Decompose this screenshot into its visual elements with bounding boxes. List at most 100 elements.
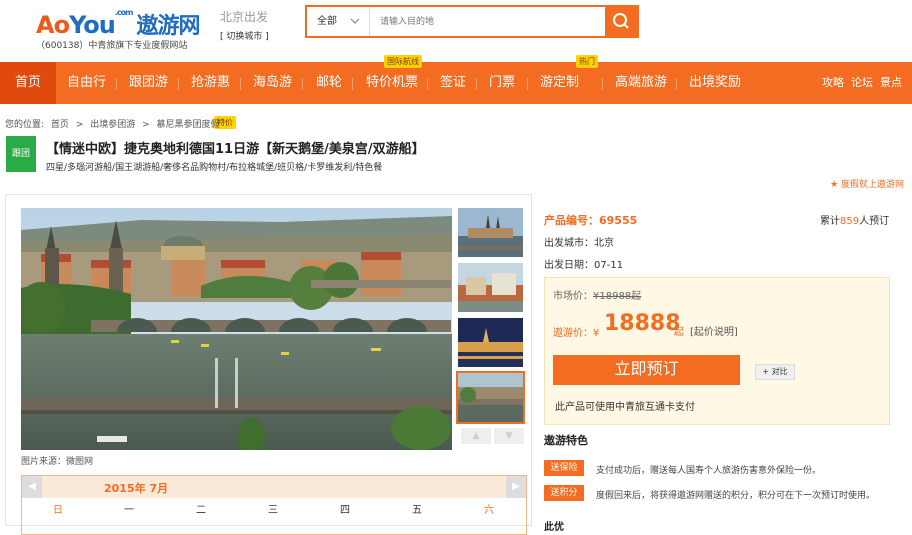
arrow-right-icon[interactable]: ▶: [506, 476, 526, 498]
nav-divider: [602, 78, 603, 90]
nav-flash-deals[interactable]: 抢游惠: [191, 62, 230, 104]
booked-suffix: 人预订: [859, 216, 890, 227]
nav-visa[interactable]: 签证: [440, 62, 466, 104]
weekday-mon: 一: [124, 505, 134, 516]
thumbnail-1[interactable]: [458, 208, 523, 257]
search-input[interactable]: [370, 7, 606, 36]
product-type-badge: 跟团: [6, 136, 36, 172]
price-note-link[interactable]: [起价说明]: [690, 323, 738, 338]
breadcrumb: 您的位置: 首页 > 出境参团游 > 慕尼黑参团度假: [5, 117, 224, 130]
nav-forum[interactable]: 论坛: [851, 62, 873, 104]
thumbnail-2[interactable]: [458, 263, 523, 312]
weekday-sat: 六: [484, 505, 494, 516]
thumbnail-3[interactable]: [458, 318, 523, 367]
product-code: 69555: [599, 214, 638, 227]
departure-date-row: 出发日期：07-11: [544, 256, 623, 271]
compare-button[interactable]: + 对比: [755, 364, 795, 380]
product-tags: 四星/多瑙河游船/国王湖游船/奢侈名品购物村/布拉格城堡/班贝格/卡罗维发利/特…: [46, 163, 383, 173]
nav-guide[interactable]: 攻略: [822, 62, 844, 104]
weekday-fri: 五: [412, 505, 422, 516]
departure-city-row: 出发城市：北京: [544, 234, 614, 249]
nav-group-tour[interactable]: 跟团游: [129, 62, 168, 104]
product-title: 【情迷中欧】捷克奥地利德国11日游【新天鹅堡/美泉宫/双游船】: [46, 142, 425, 157]
market-price-row: 市场价：¥18988起: [553, 287, 641, 302]
city-switcher: 北京出发 [ 切换城市 ]: [220, 8, 269, 42]
departure-calendar: ◀ 2015年 7月 ▶ 日 一 二 三 四 五 六: [21, 475, 527, 535]
nav-divider: [427, 78, 428, 90]
nav-custom-tour[interactable]: 游定制: [540, 62, 579, 104]
arrow-left-icon[interactable]: ◀: [22, 476, 42, 498]
nav-flights[interactable]: 特价机票: [366, 62, 418, 104]
chevron-down-icon: [350, 7, 360, 48]
main-nav: 首页 自由行 跟团游 特价 抢游惠 海岛游 邮轮 特价机票 签证 门票 游定制 …: [0, 62, 912, 129]
nav-divider: [676, 78, 677, 90]
calendar-month: 2015年 7月: [104, 482, 169, 495]
book-now-button[interactable]: 立即预订: [553, 355, 740, 385]
nav-divider: [352, 78, 353, 90]
search-bar: 全部: [305, 5, 639, 38]
card-payment-note: 此产品可使用中青旅互通卡支付: [555, 402, 695, 413]
breadcrumb-sep: >: [75, 120, 84, 130]
image-gallery: ▲ ▼ 图片来源：微图网 ◀ 2015年 7月 ▶ 日 一 二 三 四 五 六: [5, 194, 532, 535]
feature-tag-points: 送积分: [544, 485, 584, 501]
nav-incentive[interactable]: 出境奖励: [689, 62, 741, 104]
breadcrumb-outbound[interactable]: 出境参团游: [90, 120, 135, 130]
departure-city-value: 北京: [594, 238, 614, 249]
logo-text-a: Ao: [36, 11, 70, 39]
product-code-label: 产品编号：: [544, 214, 599, 227]
aoyou-price-label: 遨游价：¥: [553, 328, 600, 339]
aoyou-price: 18888: [604, 311, 681, 336]
nav-tag-hot: 热门: [576, 55, 598, 68]
breadcrumb-home[interactable]: 首页: [51, 120, 69, 130]
favorite-link[interactable]: ★ 度假就上遨游网: [830, 177, 904, 190]
nav-free-travel[interactable]: 自由行: [67, 62, 106, 104]
arrow-up-icon[interactable]: ▲: [461, 428, 491, 444]
nav-tickets[interactable]: 门票: [489, 62, 515, 104]
nav-cruise[interactable]: 邮轮: [316, 62, 342, 104]
booked-number: 859: [840, 216, 860, 227]
image-credit: 图片来源：微图网: [21, 457, 94, 467]
nav-divider: [178, 78, 179, 90]
weekday-tue: 二: [196, 505, 206, 516]
top-header: AoYou.com遨游网 （600138）中青旅旗下专业度假网站 北京出发 [ …: [0, 0, 912, 62]
weekday-thu: 四: [340, 505, 350, 516]
logo-text-b: You: [69, 11, 116, 39]
booked-count: 累计859人预订: [820, 212, 889, 227]
nav-divider: [116, 78, 117, 90]
feature-text-insurance: 支付成功后，赠送每人国寿个人旅游伤害意外保险一份。: [596, 466, 822, 476]
arrow-down-icon[interactable]: ▼: [494, 428, 524, 444]
feature-text-points: 度假回来后，将获得遨游网赠送的积分，积分可在下一次预订时使用。: [596, 491, 876, 501]
price-box: 市场价：¥18988起 遨游价：¥ 18888 起 [起价说明] 立即预订 + …: [544, 277, 890, 425]
nav-divider: [240, 78, 241, 90]
nav-tag-international: 国际航线: [384, 55, 422, 68]
main-product-image[interactable]: [21, 208, 452, 450]
feature-tag-insurance: 送保险: [544, 460, 584, 476]
site-logo[interactable]: AoYou.com遨游网 （600138）中青旅旗下专业度假网站: [36, 8, 200, 51]
nav-attractions[interactable]: 景点: [880, 62, 902, 104]
nav-luxury[interactable]: 高端旅游: [615, 62, 667, 104]
departure-date-label: 出发日期：: [544, 260, 594, 271]
logo-text-com: .com: [114, 8, 134, 17]
market-price-label: 市场价：: [553, 291, 593, 302]
nav-island[interactable]: 海岛游: [253, 62, 292, 104]
switch-city-link[interactable]: [ 切换城市 ]: [220, 29, 269, 42]
breadcrumb-label: 您的位置:: [5, 120, 45, 130]
nav-home[interactable]: 首页: [0, 62, 56, 104]
logo-text-cn: 遨游网: [136, 14, 200, 39]
search-button[interactable]: [605, 7, 637, 36]
calendar-header: ◀ 2015年 7月 ▶: [22, 476, 526, 498]
product-code-row: 产品编号：69555: [544, 212, 637, 228]
nav-divider: [527, 78, 528, 90]
breadcrumb-sep: >: [142, 120, 150, 130]
logo-subtitle: （600138）中青旅旗下专业度假网站: [36, 41, 188, 51]
search-category-select[interactable]: 全部: [307, 7, 370, 36]
market-price: ¥18988起: [593, 291, 642, 302]
departure-date-value: 07-11: [594, 260, 624, 271]
features-heading: 遨游特色: [544, 434, 588, 447]
weekday-sun: 日: [53, 505, 63, 516]
price-from-suffix: 起: [674, 327, 684, 338]
breadcrumb-munich[interactable]: 慕尼黑参团度假: [157, 120, 220, 130]
thumbnail-4[interactable]: [456, 371, 525, 424]
search-category-value: 全部: [317, 16, 337, 27]
nav-divider: [476, 78, 477, 90]
